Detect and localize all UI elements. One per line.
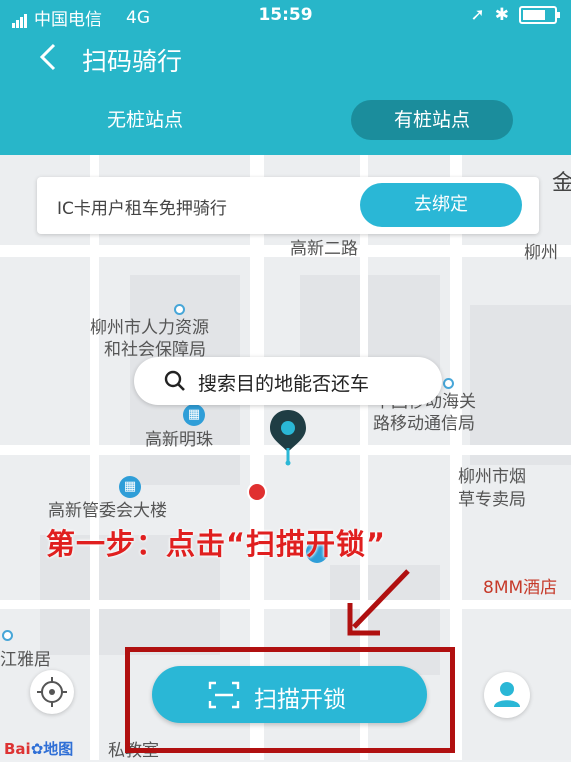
locate-button[interactable] [30,670,74,714]
tab-dock-stations[interactable]: 有桩站点 [351,100,513,140]
map-label-road: 高新二路 [290,239,358,259]
location-pin-icon [270,410,306,466]
crosshair-icon [37,677,67,707]
map-label-tobacco-line1: 柳州市烟 [458,467,526,487]
destination-search-bar[interactable]: 搜索目的地能否还车 [134,357,442,405]
scan-unlock-button[interactable]: 扫描开锁 [152,666,427,723]
map-label-hotel: 8MM酒店 [483,578,558,598]
building-poi-icon: ▦ [183,404,205,426]
map-label-committee: 高新管委会大楼 [48,501,167,521]
search-placeholder: 搜索目的地能否还车 [198,373,370,395]
tab-no-dock-stations[interactable]: 无桩站点 [60,100,230,140]
location-arrow-icon: ➚ [470,5,485,25]
map-label-mobile-line2: 路移动通信局 [373,414,475,434]
ic-card-text: IC卡用户租车免押骑行 [57,199,227,219]
user-profile-button[interactable] [484,672,530,718]
step-annotation: 第一步：点击“扫描开锁” [46,527,387,561]
app-header: 中国电信 4G 15:59 ➚ ✱ 扫码骑行 无桩站点 有桩站点 [0,0,571,155]
poi-marker [443,378,454,389]
map-label-jiangya: 江雅居 [0,650,51,670]
page-title: 扫码骑行 [82,47,183,76]
map-label-partial: 金 [552,171,571,196]
map-label-hr-bureau-line1: 柳州市人力资源 [90,318,209,338]
map-label-tobacco-line2: 草专卖局 [458,490,526,510]
search-icon [164,370,185,391]
poi-marker [2,630,13,641]
station-tabs: 无桩站点 有桩站点 [0,100,571,140]
building-poi-icon: ▦ [119,476,141,498]
bluetooth-icon: ✱ [494,5,509,25]
map-label-mingzhu: 高新明珠 [145,430,213,450]
nav-bar: 扫码骑行 [0,34,571,86]
annotation-arrow-icon [347,569,410,636]
user-icon [494,682,520,707]
battery-icon [519,6,560,24]
back-arrow-icon[interactable] [34,42,64,72]
scan-frame-icon [208,681,240,709]
paw-icon: ✿ [30,740,44,758]
map-road [0,600,571,609]
bind-card-button[interactable]: 去绑定 [360,183,522,227]
map-label-liuzhou: 柳州 [524,243,558,263]
scan-unlock-label: 扫描开锁 [254,687,346,713]
baidu-map-watermark: Bai✿地图 [4,740,74,758]
ic-card-banner: IC卡用户租车免押骑行 去绑定 [37,177,539,234]
status-bar: 中国电信 4G 15:59 ➚ ✱ [0,0,571,32]
bike-station-marker[interactable] [247,482,267,502]
map-block [470,305,571,465]
map-road [0,245,571,257]
poi-marker [174,304,185,315]
map-road [90,155,99,760]
